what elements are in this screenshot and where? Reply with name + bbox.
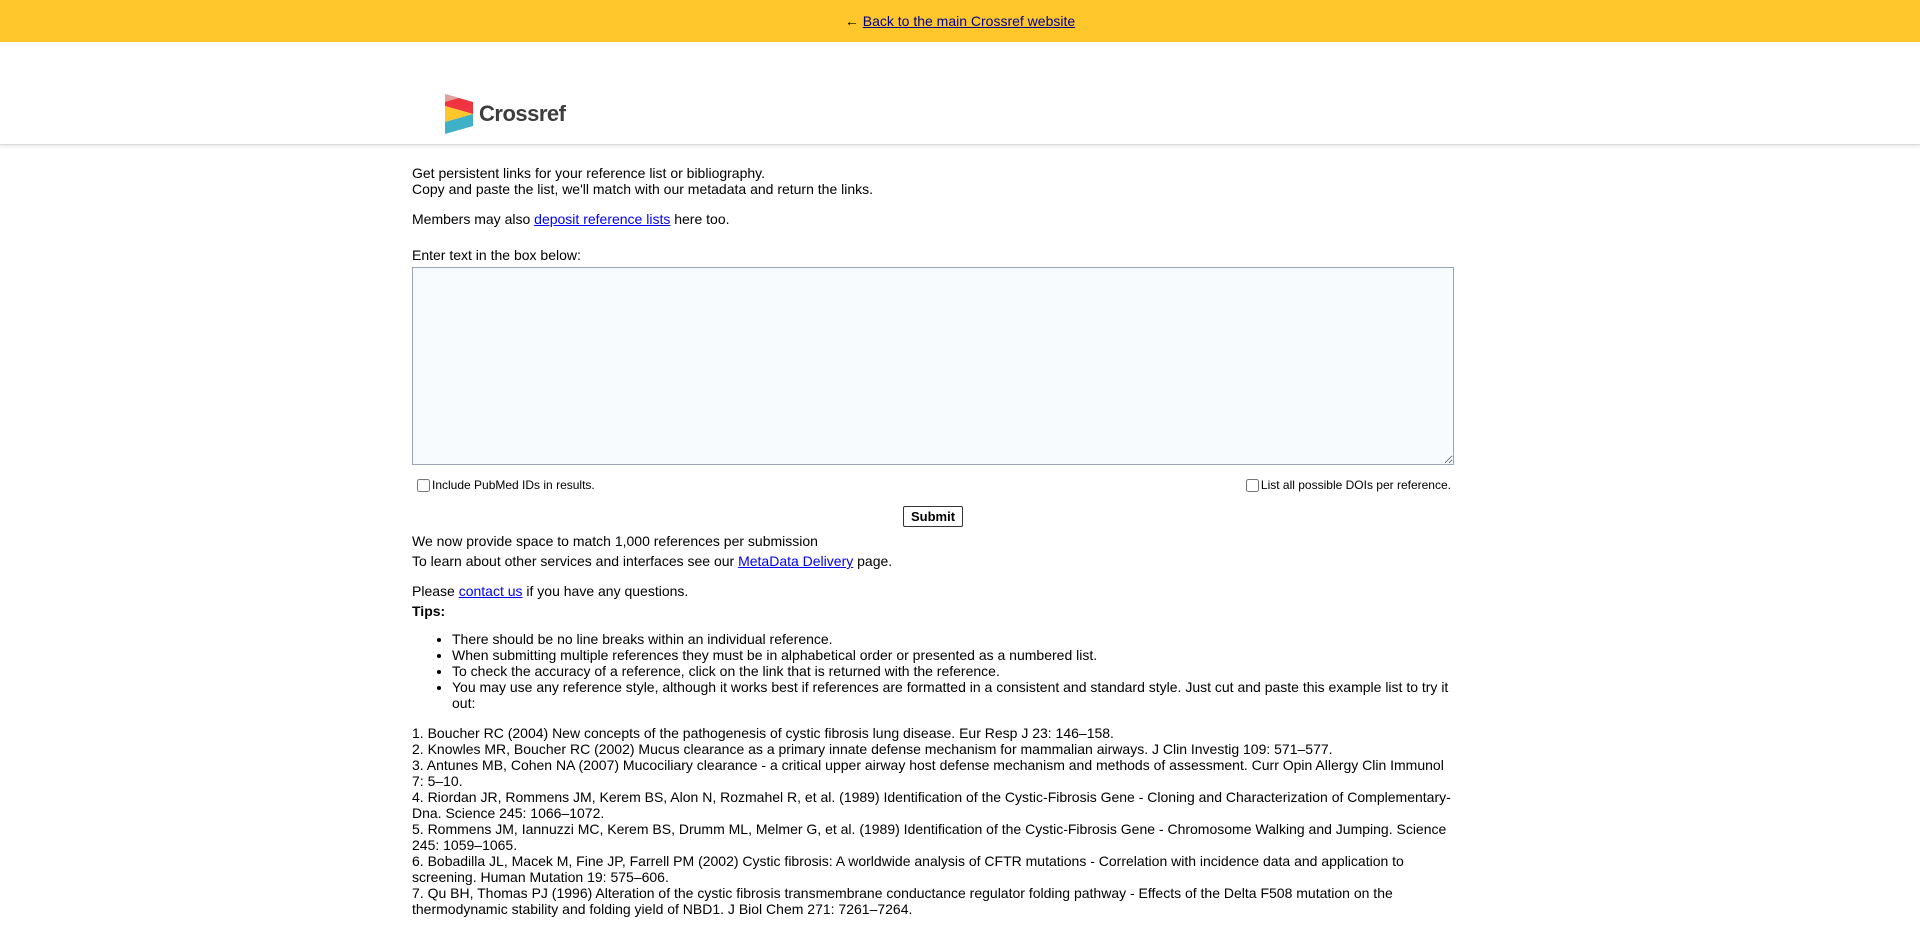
- example-reference: 4. Riordan JR, Rommens JM, Kerem BS, Alo…: [412, 789, 1451, 821]
- services-note: To learn about other services and interf…: [412, 553, 1454, 569]
- metadata-delivery-link[interactable]: MetaData Delivery: [738, 553, 853, 569]
- members-prefix: Members may also: [412, 211, 535, 227]
- back-to-main-site-link[interactable]: Back to the main Crossref website: [863, 13, 1075, 29]
- contact-note: Please contact us if you have any questi…: [412, 583, 1454, 599]
- pubmed-option[interactable]: Include PubMed IDs in results.: [417, 477, 595, 493]
- options-row: Include PubMed IDs in results. List all …: [412, 477, 1454, 493]
- tip-item: When submitting multiple references they…: [452, 647, 1454, 663]
- services-prefix: To learn about other services and interf…: [412, 553, 739, 569]
- include-pubmed-label: Include PubMed IDs in results.: [432, 478, 595, 492]
- references-textarea[interactable]: [412, 267, 1454, 465]
- list-all-dois-label: List all possible DOIs per reference.: [1260, 478, 1451, 492]
- deposit-reference-lists-link[interactable]: deposit reference lists: [534, 211, 670, 227]
- services-suffix: page.: [853, 553, 893, 569]
- tip-item: To check the accuracy of a reference, cl…: [452, 663, 1454, 679]
- list-all-dois-checkbox[interactable]: [1245, 478, 1259, 492]
- capacity-note: We now provide space to match 1,000 refe…: [412, 533, 818, 549]
- contact-us-link[interactable]: contact us: [459, 583, 523, 599]
- tips-heading: Tips:: [412, 603, 446, 619]
- example-reference: 5. Rommens JM, Iannuzzi MC, Kerem BS, Dr…: [412, 821, 1447, 853]
- example-reference: 7. Qu BH, Thomas PJ (1996) Alteration of…: [412, 885, 1393, 917]
- submit-button[interactable]: Submit: [902, 506, 964, 527]
- tip-item: There should be no line breaks within an…: [452, 631, 1454, 647]
- left-arrow-icon: ←: [844, 13, 859, 29]
- crossref-logo-icon: [445, 94, 473, 134]
- tip-item: You may use any reference style, althoug…: [452, 679, 1454, 711]
- example-reference: 3. Antunes MB, Cohen NA (2007) Mucocilia…: [412, 757, 1444, 789]
- intro-line-2: Copy and paste the list, we'll match wit…: [412, 181, 874, 197]
- submit-row: Submit: [412, 506, 1454, 527]
- all-dois-option[interactable]: List all possible DOIs per reference.: [1245, 477, 1451, 493]
- members-suffix: here too.: [670, 211, 730, 227]
- announcement-bar: ← Back to the main Crossref website: [0, 0, 1920, 42]
- example-references: 1. Boucher RC (2004) New concepts of the…: [412, 725, 1454, 917]
- include-pubmed-checkbox[interactable]: [417, 478, 430, 492]
- example-reference: 1. Boucher RC (2004) New concepts of the…: [412, 725, 1114, 741]
- main-content: Get persistent links for your reference …: [412, 165, 1454, 917]
- intro-line-1: Get persistent links for your reference …: [412, 165, 766, 181]
- site-header: Crossref: [0, 42, 1920, 145]
- members-note: Members may also deposit reference lists…: [412, 211, 1454, 227]
- textarea-label: Enter text in the box below:: [412, 247, 581, 263]
- crossref-logo-text: Crossref: [479, 101, 566, 126]
- crossref-logo[interactable]: Crossref: [445, 94, 566, 134]
- example-reference: 6. Bobadilla JL, Macek M, Fine JP, Farre…: [412, 853, 1404, 885]
- contact-suffix: if you have any questions.: [522, 583, 689, 599]
- contact-prefix: Please: [412, 583, 459, 599]
- example-reference: 2. Knowles MR, Boucher RC (2002) Mucus c…: [412, 741, 1333, 757]
- tips-list: There should be no line breaks within an…: [412, 631, 1454, 711]
